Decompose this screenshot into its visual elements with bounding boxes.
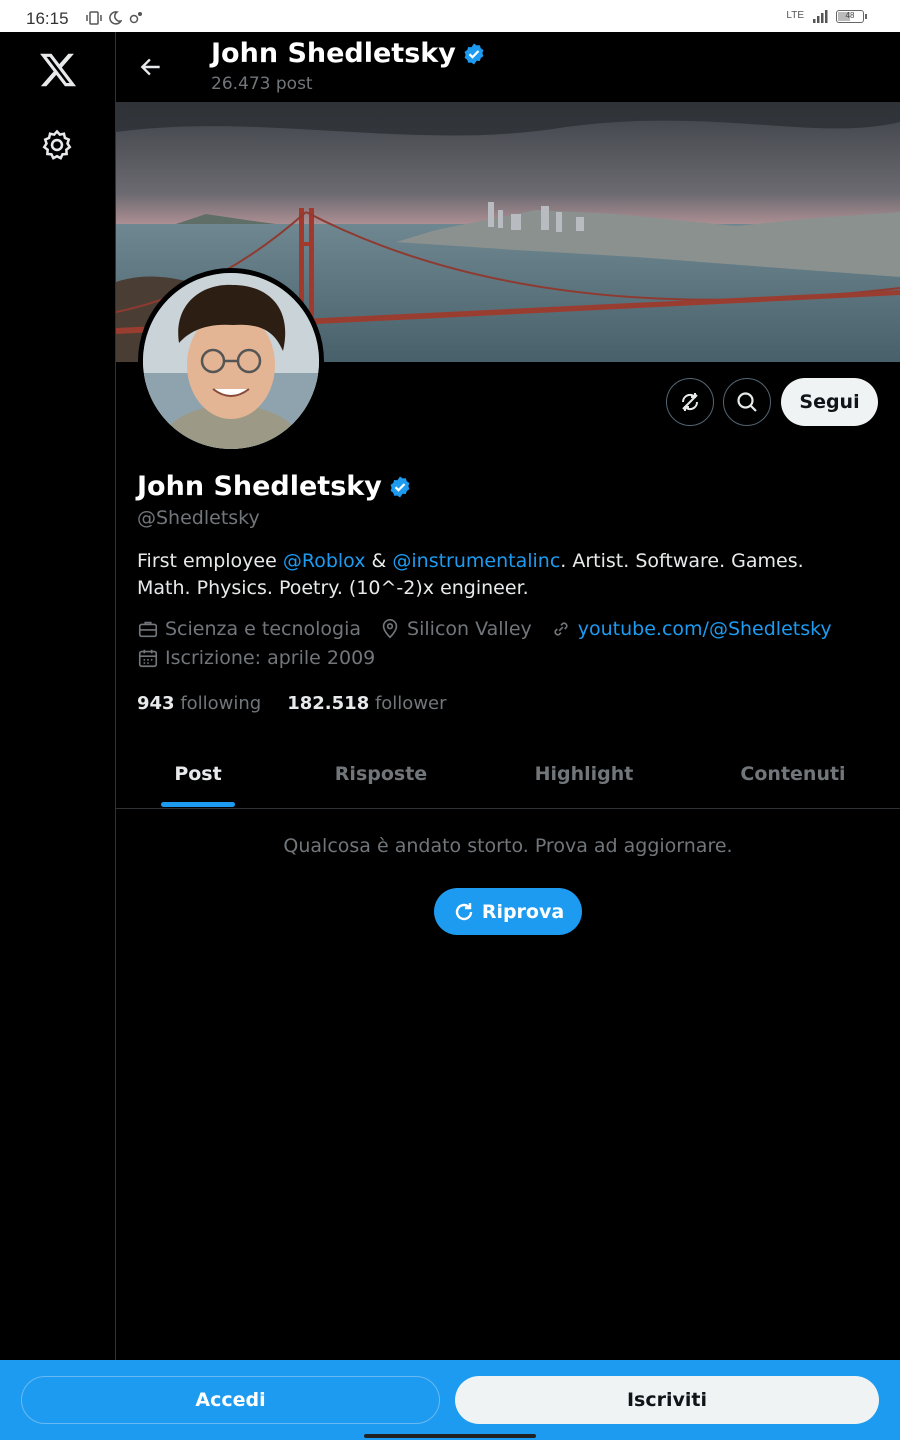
status-bar: 16:15 LTE 48 (0, 0, 900, 32)
briefcase-icon (138, 621, 158, 638)
active-tab-indicator (161, 802, 235, 807)
follow-stats: 943 following 182.518 follower (137, 693, 447, 714)
refresh-cross-icon (681, 393, 699, 411)
battery-level: 48 (845, 10, 855, 20)
mention-link-roblox[interactable]: @Roblox (283, 550, 366, 572)
search-icon (737, 392, 757, 412)
location-item: Silicon Valley (379, 618, 532, 640)
location-pin-icon (382, 619, 398, 639)
followers-label: follower (374, 693, 447, 714)
back-arrow-icon[interactable] (138, 54, 164, 80)
tab-highlight[interactable]: Highlight (482, 740, 686, 808)
avatar-image (143, 273, 319, 449)
side-rail (0, 32, 116, 1360)
signup-button[interactable]: Iscriviti (455, 1376, 879, 1424)
retry-button[interactable]: Riprova (434, 888, 582, 935)
tab-label: Highlight (534, 763, 634, 785)
tab-label: Risposte (334, 763, 428, 785)
bio-text: First employee (137, 550, 283, 572)
verified-badge-icon (464, 43, 484, 64)
error-message: Qualcosa è andato storto. Prova ad aggio… (283, 835, 733, 857)
website-link[interactable]: youtube.com/@Shedletsky (578, 618, 832, 640)
profile-bio: First employee @Roblox & @instrumentalin… (137, 548, 857, 602)
following-count: 943 (137, 693, 175, 714)
battery-icon: 48 (836, 9, 867, 23)
avatar[interactable] (138, 268, 324, 454)
link-icon (554, 622, 568, 636)
category-item: Scienza e tecnologia (137, 618, 361, 640)
profile-tabs: Post Risposte Highlight Contenuti (116, 740, 900, 809)
settings-status-icon (129, 12, 142, 24)
profile-handle: @Shedletsky (137, 507, 260, 529)
followers-count: 182.518 (287, 693, 370, 714)
subscribe-notify-button[interactable] (666, 378, 714, 426)
home-indicator[interactable] (364, 1434, 536, 1438)
x-logo-icon[interactable] (38, 50, 78, 90)
joined-label: Iscrizione: aprile 2009 (165, 647, 376, 669)
profile-name-row: John Shedletsky (137, 471, 412, 502)
vibrate-icon (86, 11, 102, 25)
network-type: LTE (786, 10, 804, 21)
refresh-icon (455, 902, 473, 920)
retry-label: Riprova (481, 900, 565, 923)
joined-item: Iscrizione: aprile 2009 (137, 647, 375, 669)
status-icons (86, 11, 144, 25)
website-item[interactable]: youtube.com/@Shedletsky (550, 618, 832, 640)
follow-button[interactable]: Segui (781, 378, 878, 426)
location-label: Silicon Valley (407, 618, 532, 640)
following-label: following (180, 693, 262, 714)
search-profile-button[interactable] (723, 378, 771, 426)
profile-meta-row: Scienza e tecnologia Silicon Valley yout… (137, 618, 850, 640)
verified-badge-icon[interactable] (388, 475, 412, 499)
profile-header: John Shedletsky 26.473 post (116, 32, 900, 102)
status-time: 16:15 (26, 9, 69, 28)
header-title: John Shedletsky (211, 38, 486, 69)
signal-icon (813, 10, 828, 23)
mention-link-instrumentalinc[interactable]: @instrumentalinc (392, 550, 560, 572)
login-button[interactable]: Accedi (21, 1376, 440, 1424)
moon-icon (109, 11, 122, 25)
bottom-auth-bar: Accedi Iscriviti (0, 1360, 900, 1440)
tab-label: Post (174, 763, 222, 785)
tab-contenuti[interactable]: Contenuti (686, 740, 900, 808)
bio-text: & (365, 550, 393, 572)
followers-link[interactable]: 182.518 follower (287, 693, 446, 714)
profile-name: John Shedletsky (137, 471, 382, 502)
tab-risposte[interactable]: Risposte (280, 740, 482, 808)
profile-meta-row-2: Iscrizione: aprile 2009 (137, 647, 393, 669)
tab-post[interactable]: Post (116, 740, 280, 808)
header-name: John Shedletsky (211, 38, 456, 69)
calendar-icon (138, 649, 158, 668)
category-label: Scienza e tecnologia (165, 618, 362, 640)
tab-label: Contenuti (740, 763, 846, 785)
following-link[interactable]: 943 following (137, 693, 261, 714)
post-count: 26.473 post (211, 74, 313, 94)
gear-icon[interactable] (40, 128, 74, 162)
